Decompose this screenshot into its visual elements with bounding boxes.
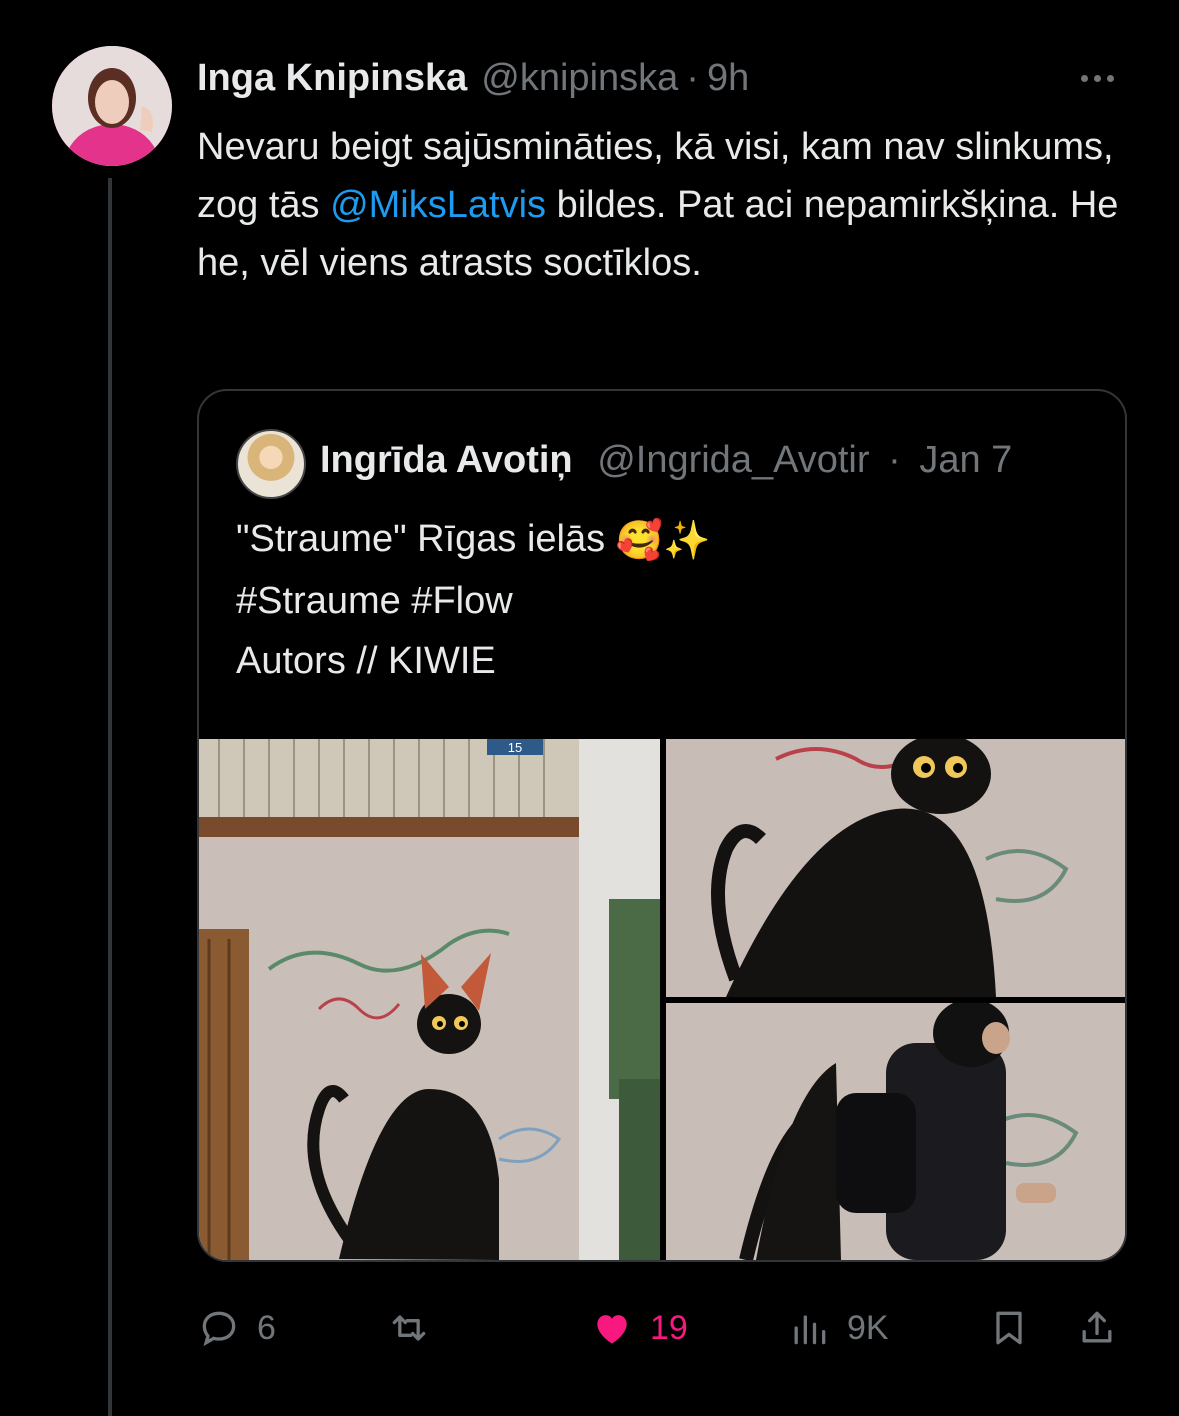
like-button[interactable]: 19 bbox=[590, 1298, 688, 1358]
share-button[interactable] bbox=[1075, 1298, 1119, 1358]
author-name[interactable]: Inga Knipinska bbox=[197, 57, 467, 100]
quote-author-avatar[interactable] bbox=[236, 429, 306, 499]
thread-line bbox=[108, 178, 112, 1416]
media-grid: 15 bbox=[199, 739, 1125, 1260]
bookmark-icon bbox=[996, 1311, 1022, 1345]
cat-mural-wall-photo: 15 bbox=[199, 739, 660, 1260]
views-count: 9K bbox=[847, 1308, 889, 1347]
author-avatar[interactable] bbox=[52, 46, 172, 166]
heart-icon bbox=[597, 1315, 627, 1344]
reply-button[interactable]: 6 bbox=[197, 1298, 276, 1358]
quote-line-3: Autors // KIWIE bbox=[236, 639, 496, 682]
quote-author-handle[interactable]: @Ingrida_Avotir bbox=[597, 439, 869, 481]
house-number: 15 bbox=[508, 740, 522, 755]
reply-icon bbox=[202, 1311, 236, 1347]
quote-text: "Straume" Rīgas ielās 🥰✨ #Straume #Flow … bbox=[236, 509, 710, 691]
more-options-icon[interactable] bbox=[1073, 54, 1121, 102]
tweet-text: Nevaru beigt sajūsmināties, kā visi, kam… bbox=[197, 118, 1137, 292]
quote-line-1-text: "Straume" Rīgas ielās bbox=[236, 518, 606, 560]
media-image-3[interactable] bbox=[666, 1003, 1125, 1260]
views-button[interactable]: 9K bbox=[787, 1298, 889, 1358]
share-icon bbox=[1082, 1311, 1112, 1343]
quote-header: Ingrīda Avotiņ @Ingrida_Avotir · Jan 7 bbox=[320, 439, 1100, 482]
avatar-portrait bbox=[52, 46, 172, 166]
media-image-2[interactable] bbox=[666, 739, 1125, 997]
quoted-tweet[interactable]: Ingrīda Avotiņ @Ingrida_Avotir · Jan 7 "… bbox=[197, 389, 1127, 1262]
quote-author-name[interactable]: Ingrīda Avotiņ bbox=[320, 439, 573, 481]
quote-separator-dot: · bbox=[888, 439, 901, 481]
action-bar: 6 19 9K bbox=[197, 1298, 1127, 1358]
quote-hashtags[interactable]: #Straume #Flow bbox=[236, 571, 710, 631]
mention-link[interactable]: @MiksLatvis bbox=[330, 184, 546, 226]
retweet-icon bbox=[392, 1315, 426, 1341]
tweet-time[interactable]: 9h bbox=[707, 57, 749, 100]
separator-dot: · bbox=[686, 56, 699, 99]
cat-closeup-photo bbox=[666, 739, 1125, 997]
person-walking-photo bbox=[666, 1003, 1125, 1260]
quote-date[interactable]: Jan 7 bbox=[919, 439, 1012, 481]
bookmark-button[interactable] bbox=[987, 1298, 1031, 1358]
like-count: 19 bbox=[650, 1308, 688, 1347]
reply-count: 6 bbox=[257, 1308, 276, 1347]
retweet-button[interactable] bbox=[387, 1298, 447, 1358]
tweet-header: Inga Knipinska @knipinska · 9h bbox=[197, 54, 1139, 102]
smiling-hearts-sparkles-emoji: 🥰✨ bbox=[615, 519, 711, 562]
quote-line-1: "Straume" Rīgas ielās 🥰✨ bbox=[236, 509, 710, 571]
media-image-1[interactable]: 15 bbox=[199, 739, 660, 1260]
views-icon bbox=[794, 1315, 826, 1345]
author-handle[interactable]: @knipinska bbox=[481, 57, 678, 100]
